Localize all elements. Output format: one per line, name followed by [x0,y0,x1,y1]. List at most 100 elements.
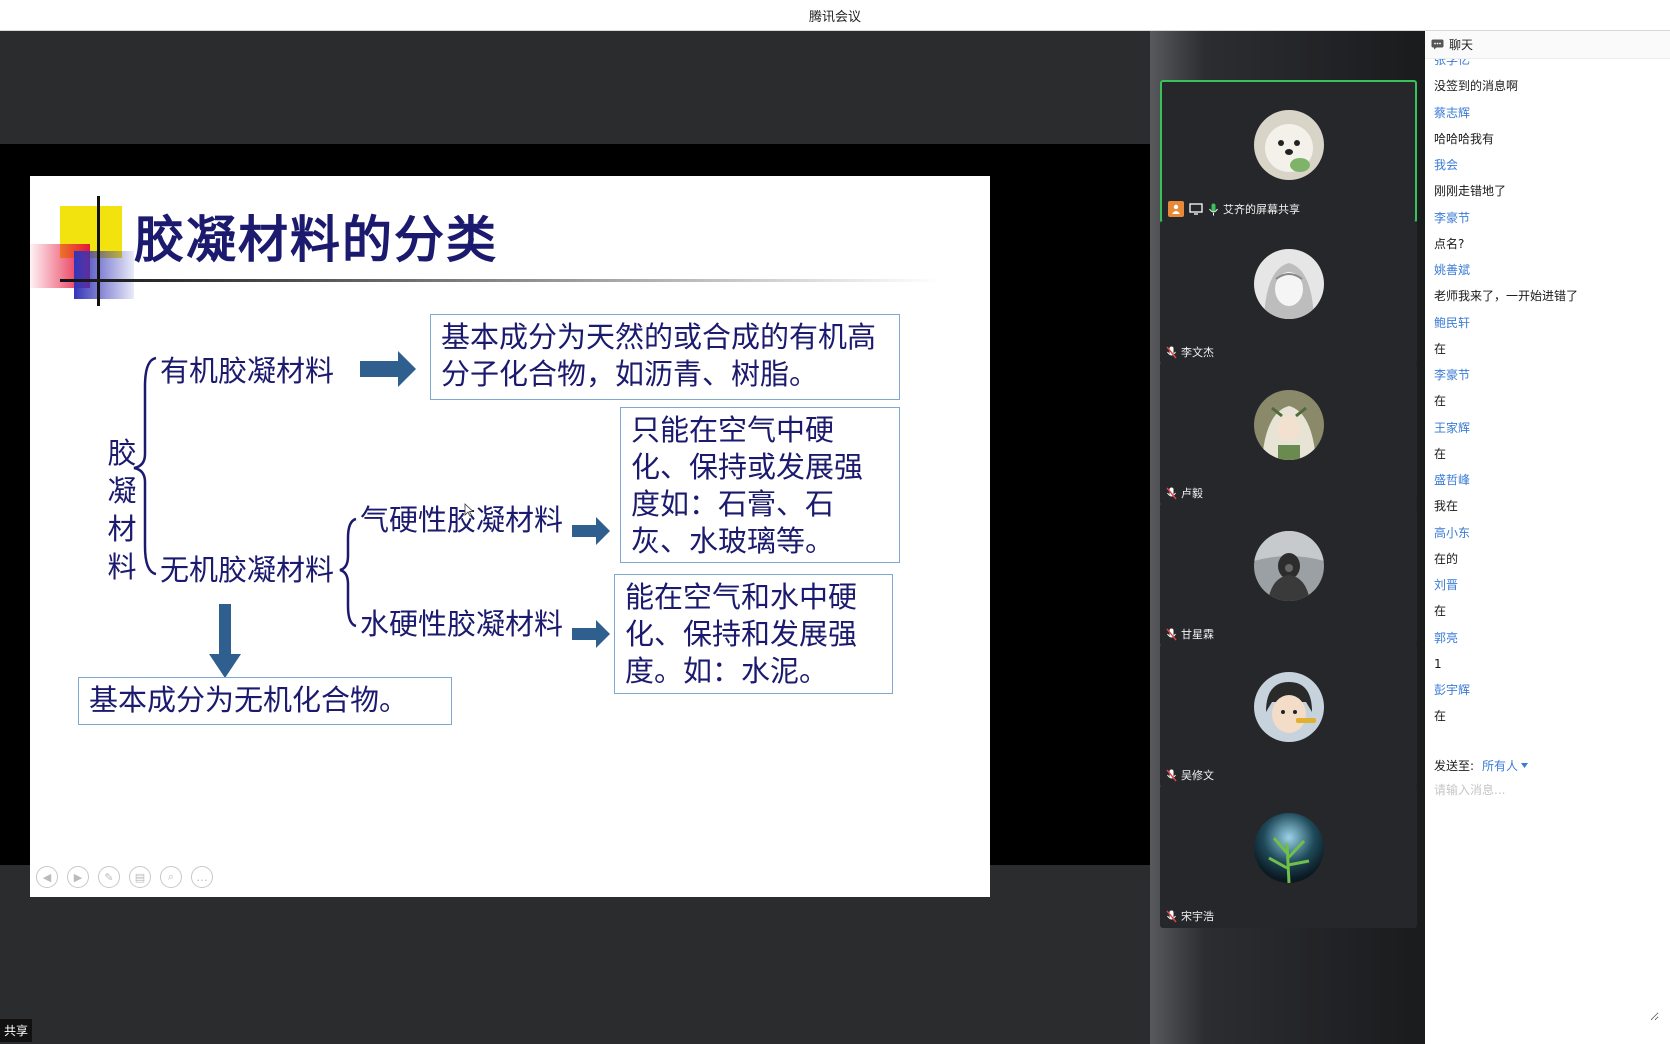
inorganic-brace [339,517,357,628]
presentation-slide: 胶凝材料的分类 胶凝材料 有机胶凝材料 无机胶凝材料 气硬性胶凝材料 水硬性胶凝… [30,176,990,897]
air-desc-box: 只能在空气中硬化、保持或发展强度如：石膏、石灰、水玻璃等。 [620,407,900,563]
message-text: 我在 [1434,499,1459,513]
video-tile[interactable]: 李文杰 [1160,221,1417,364]
chat-message: 李豪节在 [1434,362,1578,415]
zoom-icon[interactable]: ⌕ [160,866,182,888]
video-gallery: 艾齐的屏幕共享 李文杰 卢毅 甘星霖 吴修文 宋宇浩 [1150,31,1425,1044]
title-bar: 腾讯会议 [0,0,1670,31]
participant-name: 宋宇浩 [1181,910,1214,923]
send-to-row: 发送至: 所有人 [1434,757,1529,774]
message-text: 哈哈哈我有 [1434,131,1495,146]
chat-message: 姚善斌老师我来了，一开始进错了 [1434,257,1578,310]
organic-label: 有机胶凝材料 [160,354,335,388]
hydraulic-arrow [572,620,610,648]
message-text: 老师我来了，一开始进错了 [1434,289,1579,303]
tile-label: 宋宇浩 [1166,908,1214,924]
chat-bubble-icon [1431,39,1444,50]
white-dog-avatar-icon [1253,110,1324,180]
participant-name: 吴修文 [1181,769,1214,782]
chat-message-input[interactable] [1434,781,1659,1021]
participant-name: 李文杰 [1181,346,1214,359]
participant-name: 卢毅 [1181,487,1203,500]
message-sender[interactable]: 我会 [1434,152,1578,178]
cartoon-boy-avatar-icon [1253,672,1324,742]
message-text: 在 [1434,341,1447,356]
message-sender[interactable]: 彭宇辉 [1434,677,1578,703]
message-text: 在 [1434,446,1447,461]
message-sender[interactable]: 姚善斌 [1434,257,1578,283]
send-to-label: 发送至: [1434,759,1475,773]
message-text: 没签到的消息啊 [1434,79,1519,93]
chat-header: 聊天 [1425,31,1670,59]
tile-label: 卢毅 [1166,485,1203,501]
message-text: 点名? [1434,236,1465,251]
message-sender[interactable]: 李豪节 [1434,362,1578,388]
chat-message: 我会 刚刚走错地了 [1434,152,1578,205]
participant-name: 甘星霖 [1181,628,1214,641]
inorganic-label: 无机胶凝材料 [160,553,335,587]
message-text: 1 [1434,656,1442,671]
host-icon [1168,201,1184,217]
more-icon[interactable]: … [191,866,213,888]
chat-message: 蔡志辉 哈哈哈我有 [1434,100,1578,153]
down-arrow [209,604,241,678]
prev-slide-icon[interactable]: ◀ [36,866,58,888]
tile-label: 艾齐的屏幕共享 [1168,201,1300,217]
message-sender[interactable]: 高小东 [1434,520,1578,546]
tile-label: 甘星霖 [1166,626,1214,642]
message-text: 在 [1434,604,1447,618]
chat-title: 聊天 [1449,38,1474,52]
chat-panel: 聊天 张学亿 没签到的消息啊 蔡志辉 哈哈哈我有 我会 刚刚走错地了 李豪节 点名? 姚… [1425,31,1670,1044]
chat-message: 张学亿没签到的消息啊 [1434,59,1578,100]
next-slide-icon[interactable]: ▶ [67,866,89,888]
chat-message: 鲍民轩在 [1434,310,1578,363]
message-sender[interactable]: 王家辉 [1434,415,1578,441]
night-plant-avatar-icon [1253,813,1324,883]
video-tile[interactable]: 宋宇浩 [1160,785,1417,928]
hydraulic-desc-box: 能在空气和水中硬化、保持和发展强度。如：水泥。 [614,574,893,694]
chat-message: 高小东 在的 [1434,520,1578,573]
mic-off-icon [1166,487,1177,499]
recipient-select[interactable]: 所有人 [1482,757,1529,774]
video-tile[interactable]: 吴修文 [1160,644,1417,787]
video-tile[interactable]: 卢毅 [1160,362,1417,505]
tile-label: 吴修文 [1166,767,1214,783]
slides-icon[interactable]: ▤ [129,866,151,888]
mic-off-icon [1166,910,1177,922]
video-tile[interactable]: 甘星霖 [1160,503,1417,646]
mic-off-icon [1166,769,1177,781]
message-text: 在 [1434,394,1447,408]
message-text: 在 [1434,709,1447,723]
chat-message: 王家辉在 [1434,415,1578,468]
message-sender[interactable]: 鲍民轩 [1434,310,1578,336]
tile-label: 李文杰 [1166,344,1214,360]
message-sender[interactable]: 蔡志辉 [1434,100,1578,126]
message-sender[interactable]: 李豪节 [1434,205,1578,231]
mouse-cursor-icon [464,503,474,517]
message-sender[interactable]: 盛哲峰 [1434,467,1578,493]
pen-icon[interactable]: ✎ [98,866,120,888]
organic-desc-box: 基本成分为天然的或合成的有机高分子化合物，如沥青、树脂。 [430,314,900,400]
window-title: 腾讯会议 [808,9,861,25]
participant-name: 艾齐的屏幕共享 [1223,203,1300,216]
screen-share-icon [1188,201,1204,217]
mic-off-icon [1166,346,1177,358]
air-arrow [572,517,610,545]
air-hardening-label: 气硬性胶凝材料 [360,503,564,537]
video-tile[interactable]: 艾齐的屏幕共享 [1160,80,1417,223]
chat-message-list[interactable]: 张学亿 没签到的消息啊 蔡志辉 哈哈哈我有 我会 刚刚走错地了 李豪节 点名? 姚善斌老… [1425,59,1670,745]
message-sender[interactable]: 郭亮 [1434,625,1578,651]
masked-person-avatar-icon [1253,531,1324,601]
message-sender[interactable]: 张学亿 [1434,59,1578,73]
recipient-value: 所有人 [1482,759,1519,773]
chat-message: 彭宇辉在 [1434,677,1578,730]
inorganic-desc-box: 基本成分为无机化合物。 [78,677,452,725]
share-tag[interactable]: 共享 [0,1019,33,1042]
message-sender[interactable]: 刘晋 [1434,572,1578,598]
anime-girl-avatar-icon [1253,249,1324,319]
mic-off-icon [1166,628,1177,640]
chat-message: 盛哲峰 我在 [1434,467,1578,520]
chat-message: 郭亮 1 [1434,625,1578,678]
anime-character-avatar-icon [1253,390,1324,460]
hydraulic-label: 水硬性胶凝材料 [360,607,564,641]
